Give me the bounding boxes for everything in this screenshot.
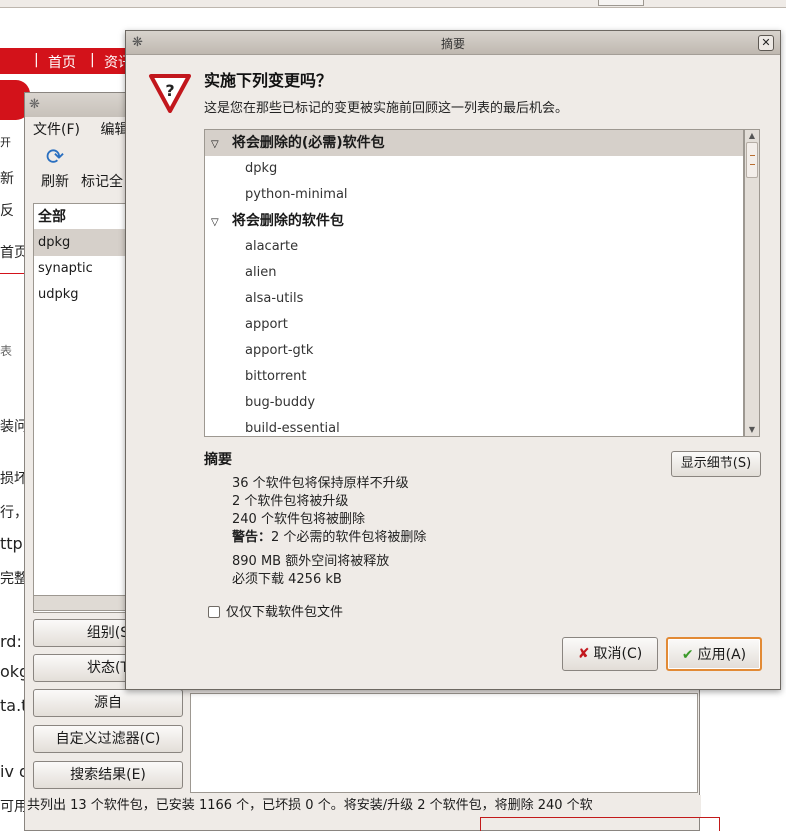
warning-prefix: 警告： bbox=[232, 530, 272, 545]
refresh-label: 刷新 bbox=[41, 174, 69, 190]
checkmark-icon: ✔ bbox=[681, 647, 694, 663]
tree-row[interactable]: dpkg bbox=[205, 156, 743, 182]
expander-icon[interactable]: ▽ bbox=[211, 210, 227, 236]
refresh-icon: ⟳ bbox=[45, 145, 65, 170]
tree-group-label: 将会删除的软件包 bbox=[231, 213, 344, 229]
cancel-label: 取消(C) bbox=[593, 646, 643, 662]
download-only-checkbox[interactable] bbox=[208, 606, 220, 618]
synaptic-app-icon: ❋ bbox=[29, 97, 40, 112]
tree-row[interactable]: alacarte bbox=[205, 234, 743, 260]
site-nav-separator: | bbox=[34, 52, 39, 68]
show-details-button[interactable]: 显示细节(S) bbox=[671, 451, 761, 477]
scroll-up-icon[interactable]: ▲ bbox=[747, 131, 757, 141]
svg-text:?: ? bbox=[165, 81, 174, 100]
tree-row[interactable]: python-minimal bbox=[205, 182, 743, 208]
download-only-label: 仅仅下载软件包文件 bbox=[226, 605, 344, 620]
summary-removed: 240 个软件包将被删除 bbox=[232, 512, 365, 527]
warning-icon: ? bbox=[149, 74, 191, 113]
vertical-scrollbar[interactable]: ▲ ▼ bbox=[744, 129, 760, 437]
dialog-heading: 实施下列变更吗？ bbox=[204, 71, 333, 90]
cancel-button[interactable]: ✘ 取消(C) bbox=[562, 637, 658, 671]
tree-group-label: 将会删除的(必需)软件包 bbox=[231, 135, 385, 151]
origin-button[interactable]: 源自 bbox=[33, 689, 183, 717]
tree-row[interactable]: alien bbox=[205, 260, 743, 286]
summary-warning: 警告：2 个必需的软件包将被删除 bbox=[232, 526, 426, 545]
summary-dialog: ❋ 摘要 ✕ ? 实施下列变更吗？ 这是您在那些已标记的变更被实施前回顾这一列表… bbox=[125, 30, 781, 690]
page-text: ttp bbox=[0, 534, 23, 553]
site-nav-home[interactable]: 首页 bbox=[48, 52, 76, 72]
background-frame bbox=[480, 817, 720, 831]
tree-row[interactable]: apport bbox=[205, 312, 743, 338]
apply-button[interactable]: ✔ 应用(A) bbox=[666, 637, 762, 671]
cancel-icon: ✘ bbox=[577, 646, 590, 662]
summary-kept: 36 个软件包将保持原样不升级 bbox=[232, 476, 409, 491]
page-text: rd: bbox=[0, 632, 22, 651]
package-details-pane bbox=[190, 693, 698, 793]
download-only-checkbox-row[interactable]: 仅仅下载软件包文件 bbox=[208, 601, 343, 620]
search-results-button[interactable]: 搜索结果(E) bbox=[33, 761, 183, 789]
tree-row[interactable]: bittorrent bbox=[205, 364, 743, 390]
apply-label: 应用(A) bbox=[697, 647, 747, 663]
close-button[interactable]: ✕ bbox=[758, 35, 774, 51]
mark-all-label: 标记全 bbox=[81, 174, 123, 190]
warning-text: 2 个必需的软件包将被删除 bbox=[271, 530, 427, 545]
close-icon: ✕ bbox=[761, 36, 771, 49]
summary-download: 必须下载 4256 kB bbox=[232, 572, 342, 587]
browser-toolbar bbox=[0, 0, 786, 8]
tree-row[interactable]: bug-buddy bbox=[205, 390, 743, 416]
browser-url-field[interactable] bbox=[598, 0, 644, 6]
summary-label: 摘要 bbox=[204, 452, 232, 468]
expander-icon[interactable]: ▽ bbox=[211, 132, 227, 158]
tree-group-removals[interactable]: ▽ 将会删除的软件包 bbox=[205, 208, 743, 234]
page-text: 表 bbox=[0, 344, 13, 358]
tree-row[interactable]: alsa-utils bbox=[205, 286, 743, 312]
menu-file[interactable]: 文件(F) bbox=[33, 122, 80, 138]
page-text: 反 bbox=[0, 203, 14, 219]
tree-group-essential-removals[interactable]: ▽ 将会删除的(必需)软件包 bbox=[205, 130, 743, 156]
summary-space: 890 MB 额外空间将被释放 bbox=[232, 554, 390, 569]
tree-row[interactable]: apport-gtk bbox=[205, 338, 743, 364]
dialog-title: 摘要 bbox=[440, 37, 465, 51]
refresh-button[interactable]: ⟳ 刷新 bbox=[35, 145, 75, 191]
dialog-titlebar[interactable]: ❋ 摘要 ✕ bbox=[126, 31, 780, 55]
page-text: 新 bbox=[0, 171, 14, 187]
changes-tree: ▽ 将会删除的(必需)软件包 dpkg python-minimal ▽ 将会删… bbox=[204, 129, 744, 437]
scroll-down-icon[interactable]: ▼ bbox=[747, 425, 757, 435]
page-text: 开 bbox=[0, 136, 11, 149]
dialog-subtext: 这是您在那些已标记的变更被实施前回顾这一列表的最后机会。 bbox=[204, 101, 569, 116]
tree-row[interactable]: build-essential bbox=[205, 416, 743, 436]
site-nav-separator: | bbox=[90, 52, 95, 68]
summary-upgraded: 2 个软件包将被升级 bbox=[232, 494, 349, 509]
status-bar: 共列出 13 个软件包，已安装 1166 个，已坏损 0 个。将安装/升级 2 … bbox=[25, 795, 701, 817]
scrollbar-thumb[interactable] bbox=[746, 142, 758, 178]
custom-filters-button[interactable]: 自定义过滤器(C) bbox=[33, 725, 183, 753]
